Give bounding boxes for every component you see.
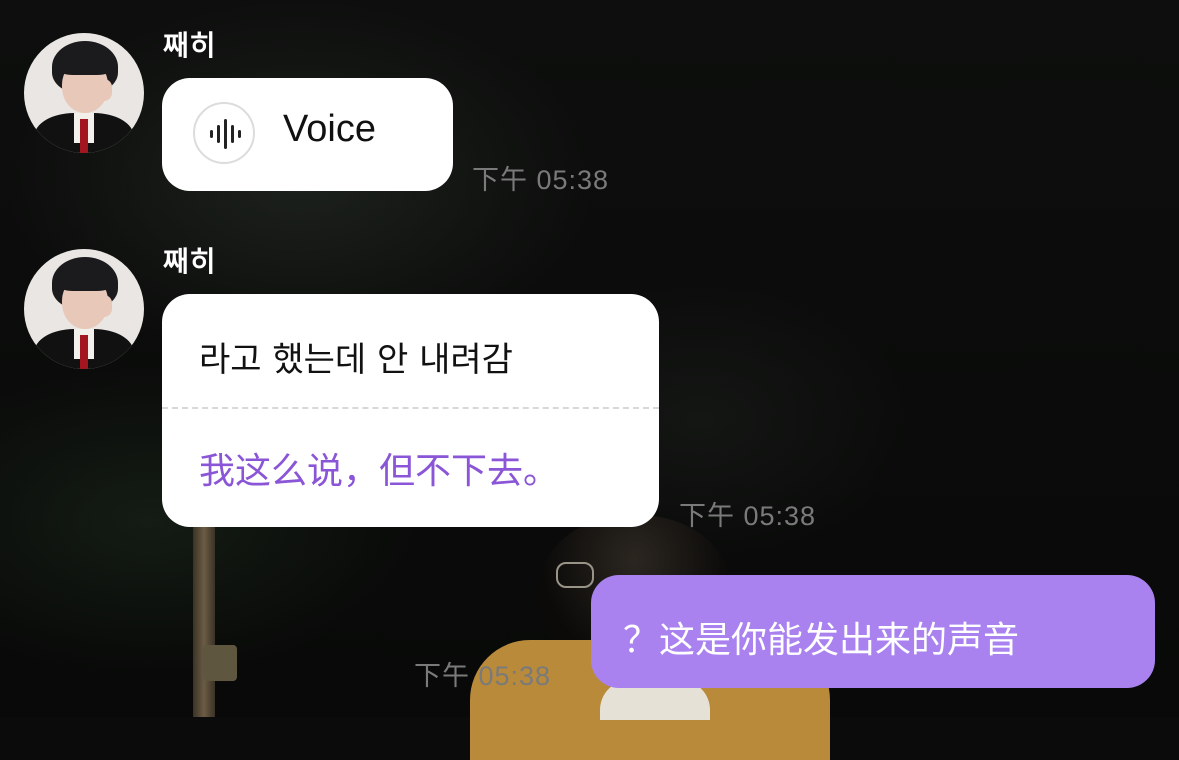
background-glasses (556, 562, 594, 588)
voice-wave-icon[interactable] (193, 102, 255, 164)
message-text: ？这是你能发出来的声音 (623, 620, 1020, 661)
outgoing-message-bubble[interactable]: ？这是你能发出来的声音 (591, 575, 1155, 688)
message-timestamp: 下午 05:38 (414, 661, 552, 691)
voice-message-bubble[interactable]: Voice (162, 78, 453, 191)
text-message-bubble[interactable]: 라고 했는데 안 내려감 我这么说，但不下去。 (162, 294, 659, 527)
sender-name: 째히 (163, 245, 217, 278)
message-text: 라고 했는데 안 내려감 (199, 340, 513, 380)
background-pole (193, 525, 215, 717)
message-timestamp: 下午 05:38 (679, 501, 817, 531)
translation-divider (162, 407, 659, 409)
sender-avatar[interactable] (24, 33, 144, 153)
sender-avatar[interactable] (24, 249, 144, 369)
message-timestamp: 下午 05:38 (472, 165, 610, 195)
message-translation: 我这么说，但不下去。 (199, 451, 560, 492)
background-lamp (203, 645, 237, 681)
voice-label: Voice (283, 108, 376, 150)
sender-name: 째히 (163, 29, 217, 62)
